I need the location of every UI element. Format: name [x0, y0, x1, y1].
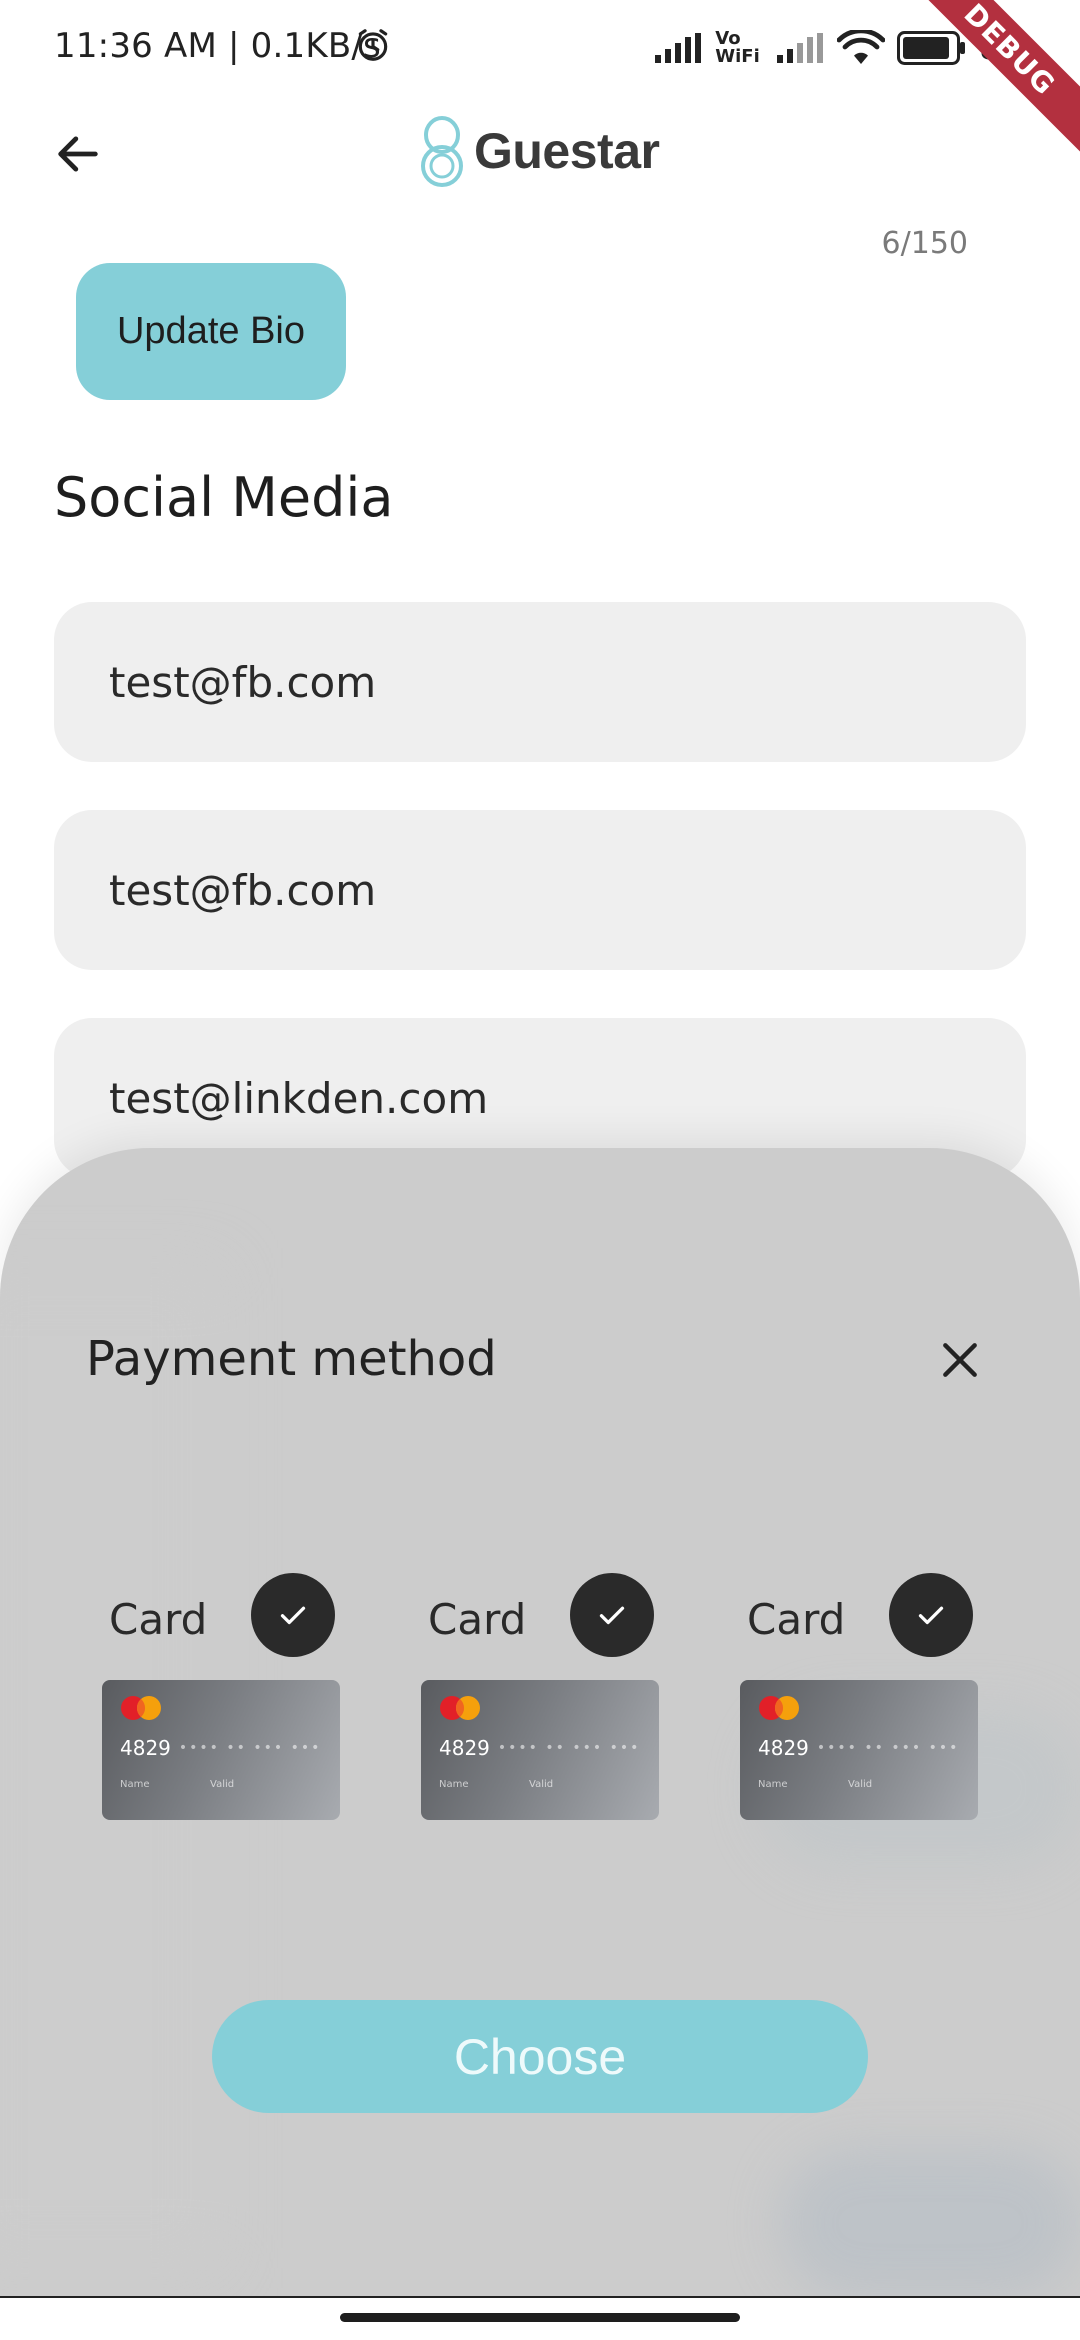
payment-method-sheet: Payment method Card 4829 •••• •• ••• •••…: [0, 1148, 1080, 2298]
system-nav-bar: [0, 2296, 1080, 2340]
card-name-label: Name: [439, 1779, 469, 1790]
guestar-logo-icon: [421, 116, 463, 187]
check-icon: [599, 1606, 625, 1625]
alarm-clock-icon: [358, 29, 388, 61]
card-valid-label: Valid: [848, 1779, 873, 1790]
card-selected-check[interactable]: [570, 1573, 654, 1657]
mastercard-logo-icon: [440, 1696, 480, 1720]
back-button[interactable]: [46, 122, 110, 186]
card-number-prefix: 4829: [439, 1736, 490, 1760]
mastercard-logo-icon: [121, 1696, 161, 1720]
close-icon: [943, 1343, 977, 1377]
payment-method-title: Payment method: [86, 1331, 497, 1387]
wifi-icon: [837, 30, 886, 64]
update-bio-button[interactable]: Update Bio: [76, 263, 346, 400]
logo-text: Guestar: [474, 123, 660, 179]
card-label: Card: [747, 1595, 846, 1644]
social-media-title: Social Media: [54, 466, 394, 529]
check-icon: [918, 1606, 944, 1625]
card-name-label: Name: [120, 1779, 150, 1790]
check-icon: [280, 1606, 306, 1625]
mastercard-logo-icon: [759, 1696, 799, 1720]
card-label: Card: [109, 1595, 208, 1644]
credit-card-image: 4829 •••• •• ••• ••• Name Valid: [102, 1680, 340, 1820]
social-field-instagram[interactable]: test@fb.com: [54, 810, 1026, 970]
card-number: 4829 •••• •• ••• •••: [758, 1736, 959, 1760]
card-number-prefix: 4829: [120, 1736, 171, 1760]
card-valid-label: Valid: [529, 1779, 554, 1790]
bio-char-counter: 6/150: [881, 226, 968, 261]
card-valid-label: Valid: [210, 1779, 235, 1790]
card-name-label: Name: [758, 1779, 788, 1790]
status-time: 11:36 AM | 0.1KB/s: [54, 26, 381, 66]
card-number: 4829 •••• •• ••• •••: [439, 1736, 640, 1760]
cell-signal-secondary-icon: [777, 33, 824, 63]
app-header: Guestar: [0, 100, 1080, 210]
battery-icon: [897, 31, 966, 65]
home-indicator[interactable]: [340, 2313, 740, 2322]
credit-card-image: 4829 •••• •• ••• ••• Name Valid: [740, 1680, 978, 1820]
volte-wifi-label: Vo WiFi: [715, 28, 760, 67]
profile-edit-screen: 11:36 AM | 0.1KB/s Vo WiFi DEBUG Guestar…: [0, 0, 1080, 2340]
cell-signal-icon: [655, 33, 702, 63]
card-number-prefix: 4829: [758, 1736, 809, 1760]
choose-button[interactable]: Choose: [212, 2000, 868, 2113]
arrow-left-icon: [58, 136, 98, 172]
card-number: 4829 •••• •• ••• •••: [120, 1736, 321, 1760]
card-number-masked: •••• •• ••• •••: [178, 1740, 322, 1756]
card-selected-check[interactable]: [251, 1573, 335, 1657]
app-logo: Guestar: [418, 114, 660, 188]
sheet-shade: [780, 2148, 1080, 2298]
social-field-facebook[interactable]: test@fb.com: [54, 602, 1026, 762]
card-number-masked: •••• •• ••• •••: [816, 1740, 960, 1756]
card-number-masked: •••• •• ••• •••: [497, 1740, 641, 1756]
credit-card-image: 4829 •••• •• ••• ••• Name Valid: [421, 1680, 659, 1820]
close-button[interactable]: [930, 1330, 990, 1390]
status-bar: 11:36 AM | 0.1KB/s Vo WiFi: [0, 0, 1080, 95]
card-selected-check[interactable]: [889, 1573, 973, 1657]
card-label: Card: [428, 1595, 527, 1644]
